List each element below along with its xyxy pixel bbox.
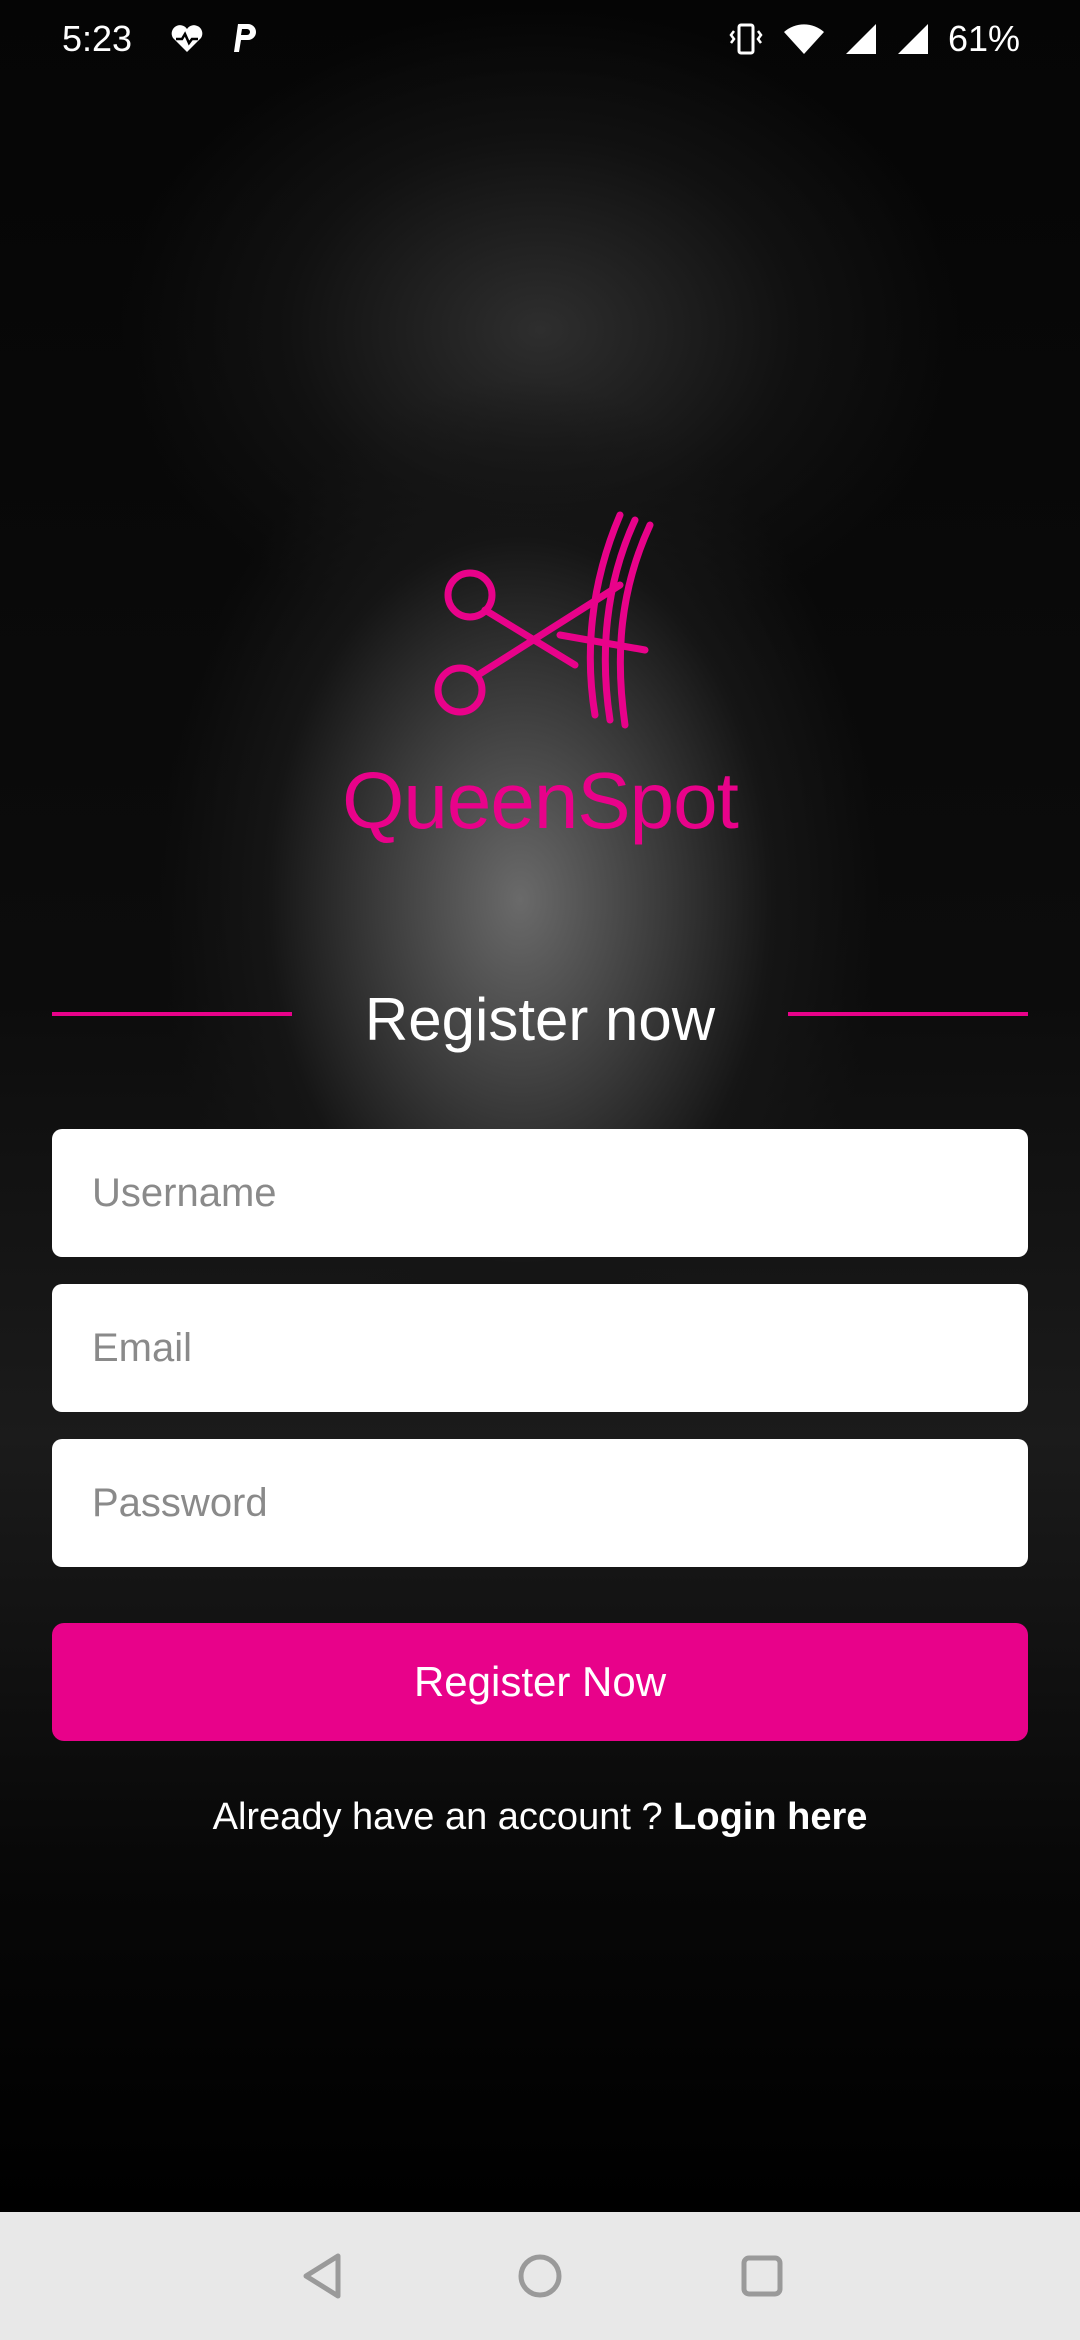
wifi-icon [782, 22, 826, 56]
brand-name: QueenSpot [342, 756, 739, 845]
recents-icon[interactable] [732, 2246, 792, 2306]
login-link[interactable]: Login here [673, 1796, 867, 1838]
background-photo [0, 0, 1080, 2212]
heading-divider-right [788, 1012, 1028, 1016]
status-bar: 5:23 61% [0, 0, 1080, 80]
home-icon[interactable] [510, 2246, 570, 2306]
vibrate-icon [728, 22, 764, 56]
back-icon[interactable] [292, 2246, 352, 2306]
p-icon [228, 20, 258, 63]
signal-icon [844, 22, 878, 56]
email-input[interactable] [52, 1284, 1028, 1412]
heart-pulse-icon [170, 21, 204, 63]
login-prompt-text: Already have an account ? [212, 1796, 663, 1838]
navigation-bar [0, 2212, 1080, 2340]
page-title: Register now [364, 986, 716, 1053]
password-input[interactable] [52, 1439, 1028, 1567]
register-button[interactable]: Register Now [52, 1623, 1028, 1741]
register-heading-row: Register now [52, 985, 1028, 1055]
status-time: 5:23 [62, 18, 133, 59]
login-prompt-row: Already have an account ? Login here [0, 1796, 1080, 1839]
battery-text: 61% [947, 18, 1020, 59]
username-input[interactable] [52, 1129, 1028, 1257]
signal-icon [896, 22, 930, 56]
